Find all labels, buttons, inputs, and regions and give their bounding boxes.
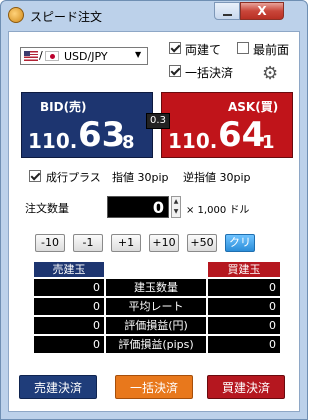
quantity-unit: × 1,000 ドル [186,205,250,216]
quantity-label: 注文数量 [25,202,69,215]
qty-clear-button[interactable]: クリア [225,234,255,265]
stop-text: 逆指値 30pip [183,171,251,184]
jp-flag-icon [45,51,59,61]
qty-plus-10-button[interactable]: +10 [149,234,179,252]
us-flag-icon [24,51,38,61]
ask-price-small: 1 [262,132,275,153]
row-label: 平均レート [128,300,184,313]
row-label: 建玉数量 [134,281,178,294]
pair-separator: / [39,49,43,62]
buy-position-header: 買建玉 [208,262,280,277]
always-on-top-checkbox[interactable] [237,42,249,54]
quantity-value: 0 [152,198,164,217]
buy-settle-button[interactable]: 買建決済 [207,375,285,399]
ask-label: ASK(買) [228,100,279,114]
divider [104,279,106,296]
bid-price-small: 8 [122,132,135,153]
ask-price-int: 110. [168,129,218,153]
ask-price-panel[interactable]: ASK(買) 110. 64 1 [161,92,293,158]
buy-value: 0 [269,338,276,351]
buy-value: 0 [269,281,276,294]
quantity-input[interactable]: 0 [107,196,169,218]
sell-value: 0 [93,281,100,294]
limit-text: 指値 30pip [112,171,169,184]
bulk-settle-checkbox[interactable] [169,65,181,77]
close-button[interactable]: X [240,2,284,20]
qty-plus-1-button[interactable]: +1 [111,234,141,252]
divider [104,336,106,353]
bid-price-panel[interactable]: BID(売) 110. 63 8 [21,92,153,158]
table-row: 0 建玉数量 0 [34,279,280,296]
hedge-label: 両建て [185,43,222,57]
client-area: / USD/JPY ▼ 両建て 最前面 一括決済 ⚙ BID(売) 110. 6… [8,31,300,412]
sell-value: 0 [93,319,100,332]
sell-value: 0 [93,300,100,313]
hedge-checkbox[interactable] [169,42,181,54]
minimize-icon [223,14,232,16]
quantity-stepper[interactable]: ▲ ▼ [171,196,181,218]
sell-value: 0 [93,338,100,351]
sell-settle-button[interactable]: 売建決済 [19,375,97,399]
table-row: 0 評価損益(pips) 0 [34,336,280,353]
market-plus-checkbox[interactable] [29,170,41,182]
minimize-button[interactable] [214,2,240,20]
divider [104,317,106,334]
pair-label: USD/JPY [64,50,108,63]
gear-icon[interactable]: ⚙ [262,65,278,83]
table-row: 0 平均レート 0 [34,298,280,315]
app-icon [8,7,24,23]
qty-minus-1-button[interactable]: -1 [73,234,103,252]
sell-position-header: 売建玉 [34,262,104,277]
currency-pair-select[interactable]: / USD/JPY ▼ [20,47,148,65]
table-row: 0 評価損益(円) 0 [34,317,280,334]
bid-label: BID(売) [40,100,87,114]
order-window: スピード注文 X / USD/JPY ▼ 両建て 最前面 一括決済 ⚙ BID(… [0,0,308,420]
chevron-down-icon: ▼ [135,50,142,59]
buy-value: 0 [269,300,276,313]
row-label: 評価損益(円) [124,319,188,332]
always-on-top-label: 最前面 [253,43,290,57]
market-plus-label: 成行プラス [46,171,101,184]
window-title: スピード注文 [30,10,103,24]
title-bar[interactable]: スピード注文 X [1,1,307,31]
row-label: 評価損益(pips) [118,338,194,351]
bulk-settle-label: 一括決済 [185,66,234,80]
bid-price-int: 110. [28,129,78,153]
ask-price-big: 64 [218,115,266,155]
qty-minus-10-button[interactable]: -10 [35,234,65,252]
spread-value: 0.3 [146,113,170,129]
buy-value: 0 [269,319,276,332]
qty-plus-50-button[interactable]: +50 [187,234,217,252]
divider [104,298,106,315]
bid-price-big: 63 [78,115,126,155]
bulk-settle-button[interactable]: 一括決済 [115,375,193,399]
